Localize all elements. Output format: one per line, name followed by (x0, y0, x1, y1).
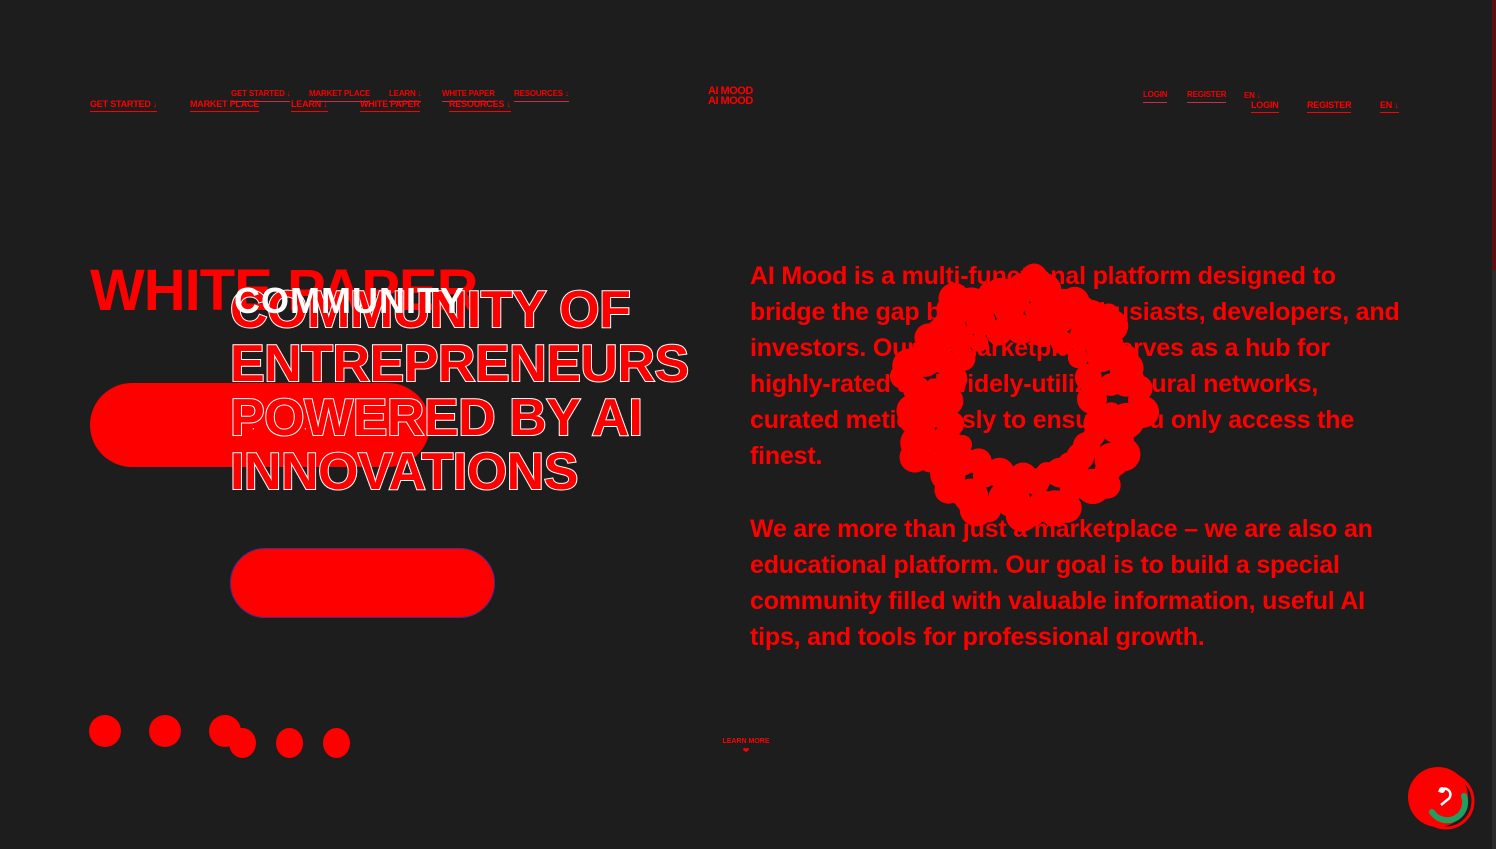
learn-more-link[interactable]: LEARN MORE ❤ (720, 737, 772, 755)
nav-ghost-register[interactable]: REGISTER (1187, 90, 1226, 103)
slider-dot-2[interactable] (149, 715, 181, 747)
nav-white-paper[interactable]: WHITE PAPER (360, 99, 420, 112)
nav-ghost-resources[interactable]: RESOURCES ↓ (514, 89, 569, 102)
heart-arrow-icon: ❤ (742, 746, 750, 755)
nav-get-started[interactable]: GET STARTED ↓ (90, 99, 157, 112)
nav-register[interactable]: REGISTER (1307, 100, 1352, 113)
nav-login[interactable]: LOGIN (1251, 100, 1279, 113)
slider-dot-ghost-2[interactable] (276, 728, 303, 758)
spinner-blob (969, 333, 989, 352)
page: GET STARTED ↓ MARKET PLACE LEARN ↓ WHITE… (0, 0, 1496, 849)
logo[interactable]: AI MOOD AI MOOD (708, 86, 753, 107)
nav-ghost-login[interactable]: LOGIN (1143, 90, 1168, 103)
community-title-ghost: COMMUNITY (234, 280, 465, 321)
chat-bubble-icon[interactable] (1406, 766, 1476, 832)
nav-learn[interactable]: LEARN ↓ (291, 99, 328, 112)
slider-dot-ghost-3[interactable] (323, 728, 350, 758)
learn-more-label: LEARN MORE (722, 738, 770, 745)
spinner-blob (1048, 306, 1075, 333)
nav-market-place[interactable]: MARKET PLACE (190, 99, 259, 112)
scrollbar-thumb[interactable] (1492, 0, 1496, 270)
logo-line2: AI MOOD (708, 95, 753, 107)
slider-dot-ghost-1[interactable] (229, 728, 256, 758)
spinner-ring-icon (889, 263, 1160, 532)
hero-secondary-button[interactable] (230, 548, 495, 618)
slider-dot-1[interactable] (89, 715, 121, 747)
spinner-blob (1126, 375, 1153, 402)
spinner-blob (1100, 402, 1122, 424)
nav-language[interactable]: EN ↓ (1380, 100, 1399, 113)
nav-resources[interactable]: RESOURCES ↓ (449, 99, 511, 112)
scrollbar[interactable] (1492, 0, 1496, 849)
